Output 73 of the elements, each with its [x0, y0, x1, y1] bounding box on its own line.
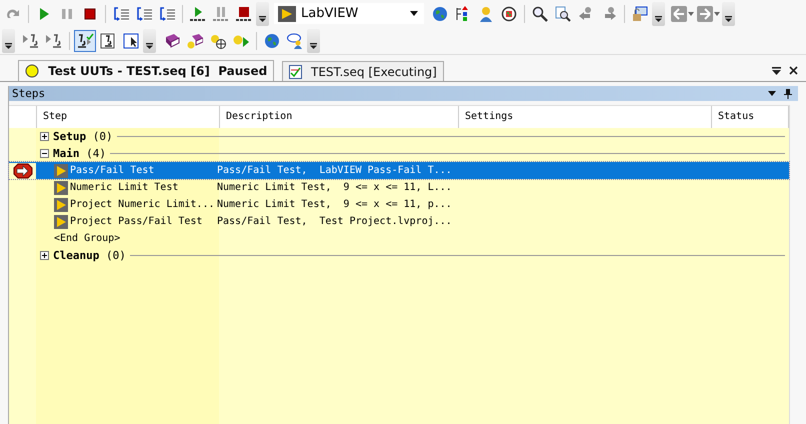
pause-dots-icon	[212, 6, 230, 22]
globe-icon	[264, 32, 280, 48]
book-icon	[164, 32, 180, 48]
document-search-icon	[555, 6, 571, 22]
toolbar-overflow-button[interactable]	[143, 28, 156, 52]
labview-step-icon	[54, 164, 68, 178]
toolbar-overflow-button[interactable]	[722, 2, 735, 26]
caret-icon	[714, 12, 720, 16]
toolbar-overflow-button[interactable]	[256, 2, 269, 26]
step-icon	[112, 6, 130, 22]
collapse-icon[interactable]	[40, 149, 49, 158]
step-icon	[158, 6, 176, 22]
stop-dots-icon	[235, 6, 253, 22]
overflow-icon[interactable]	[772, 67, 781, 75]
adapter-dropdown[interactable]: LabVIEW	[274, 3, 424, 24]
hierarchy-icon	[455, 6, 471, 22]
toolbar-overflow-button[interactable]	[307, 28, 320, 52]
paused-indicator-icon	[25, 64, 39, 78]
pin-icon[interactable]	[784, 88, 792, 98]
step-description: Numeric Limit Test, 9 <= x <= 11, L...	[217, 182, 453, 193]
cursor-select-icon	[123, 32, 139, 48]
labview-step-icon	[54, 198, 68, 212]
lock-icon	[632, 6, 648, 22]
caret-icon	[688, 12, 694, 16]
step-row[interactable]: Project Numeric Limit... Numeric Limit Test, 9 <= x <= 11, p...	[9, 196, 789, 213]
forward-arrow-icon	[697, 6, 713, 22]
overflow-icon	[259, 16, 266, 22]
labview-icon	[278, 6, 296, 22]
labview-step-icon	[54, 214, 68, 228]
globe-icon	[432, 6, 448, 22]
toolbar-overflow-button[interactable]	[652, 2, 665, 26]
expand-icon[interactable]	[40, 132, 49, 141]
document-tab[interactable]: Test UUTs - TEST.seq [6] Paused	[18, 60, 274, 81]
step-description: Pass/Fail Test, Test Project.lvproj...	[217, 216, 453, 227]
dropdown-arrow-icon[interactable]	[768, 91, 776, 96]
sequence-file-icon	[289, 64, 302, 78]
step-name: Project Numeric Limit...	[70, 199, 214, 210]
toolbar-overflow-button[interactable]	[2, 28, 15, 52]
back-arrow-icon	[671, 6, 687, 22]
document-tab[interactable]: TEST.seq [Executing]	[282, 61, 444, 81]
overflow-icon	[146, 42, 153, 48]
step-row[interactable]: Project Pass/Fail Test Pass/Fail Test, Test Project.lvproj...	[9, 213, 789, 230]
step-description: Pass/Fail Test, LabVIEW Pass-Fail T...	[217, 165, 453, 176]
user-arrow-left-icon	[578, 6, 594, 22]
step-name: Pass/Fail Test	[70, 165, 154, 176]
dropdown-arrow-icon	[410, 11, 418, 16]
step-name: Project Pass/Fail Test	[70, 216, 202, 227]
expand-icon[interactable]	[40, 251, 49, 260]
panel-title: Steps	[12, 87, 46, 100]
overflow-icon	[5, 42, 12, 48]
help-play-icon	[233, 32, 249, 48]
stop-icon	[82, 6, 98, 22]
step-group-label[interactable]: Setup (0)	[53, 130, 113, 143]
overflow-icon	[725, 16, 732, 22]
step-description: Numeric Limit Test, 9 <= x <= 11, p...	[217, 199, 453, 210]
step-icon	[135, 6, 153, 22]
end-group-label: <End Group>	[54, 233, 120, 244]
labview-step-icon	[54, 180, 68, 194]
step-group-label[interactable]: Main (4)	[53, 147, 106, 160]
step-row[interactable]: Pass/Fail Test Pass/Fail Test, LabVIEW Pass-Fail T...	[9, 162, 789, 179]
overflow-icon	[310, 42, 317, 48]
step-row[interactable]: Numeric Limit Test Numeric Limit Test, 9 <= x <= 11, L...	[9, 179, 789, 196]
overflow-icon	[655, 16, 662, 22]
close-icon[interactable]	[789, 66, 798, 75]
step-group-label[interactable]: Cleanup (0)	[53, 249, 126, 262]
run-dots-icon	[189, 6, 207, 22]
user-icon	[478, 6, 494, 22]
toolbar-button[interactable]	[74, 30, 96, 52]
search-icon	[532, 6, 548, 22]
user-tooltip-icon	[287, 32, 303, 48]
step-name: Numeric Limit Test	[70, 182, 178, 193]
help-book-icon	[187, 32, 203, 48]
help-compass-icon	[210, 32, 226, 48]
